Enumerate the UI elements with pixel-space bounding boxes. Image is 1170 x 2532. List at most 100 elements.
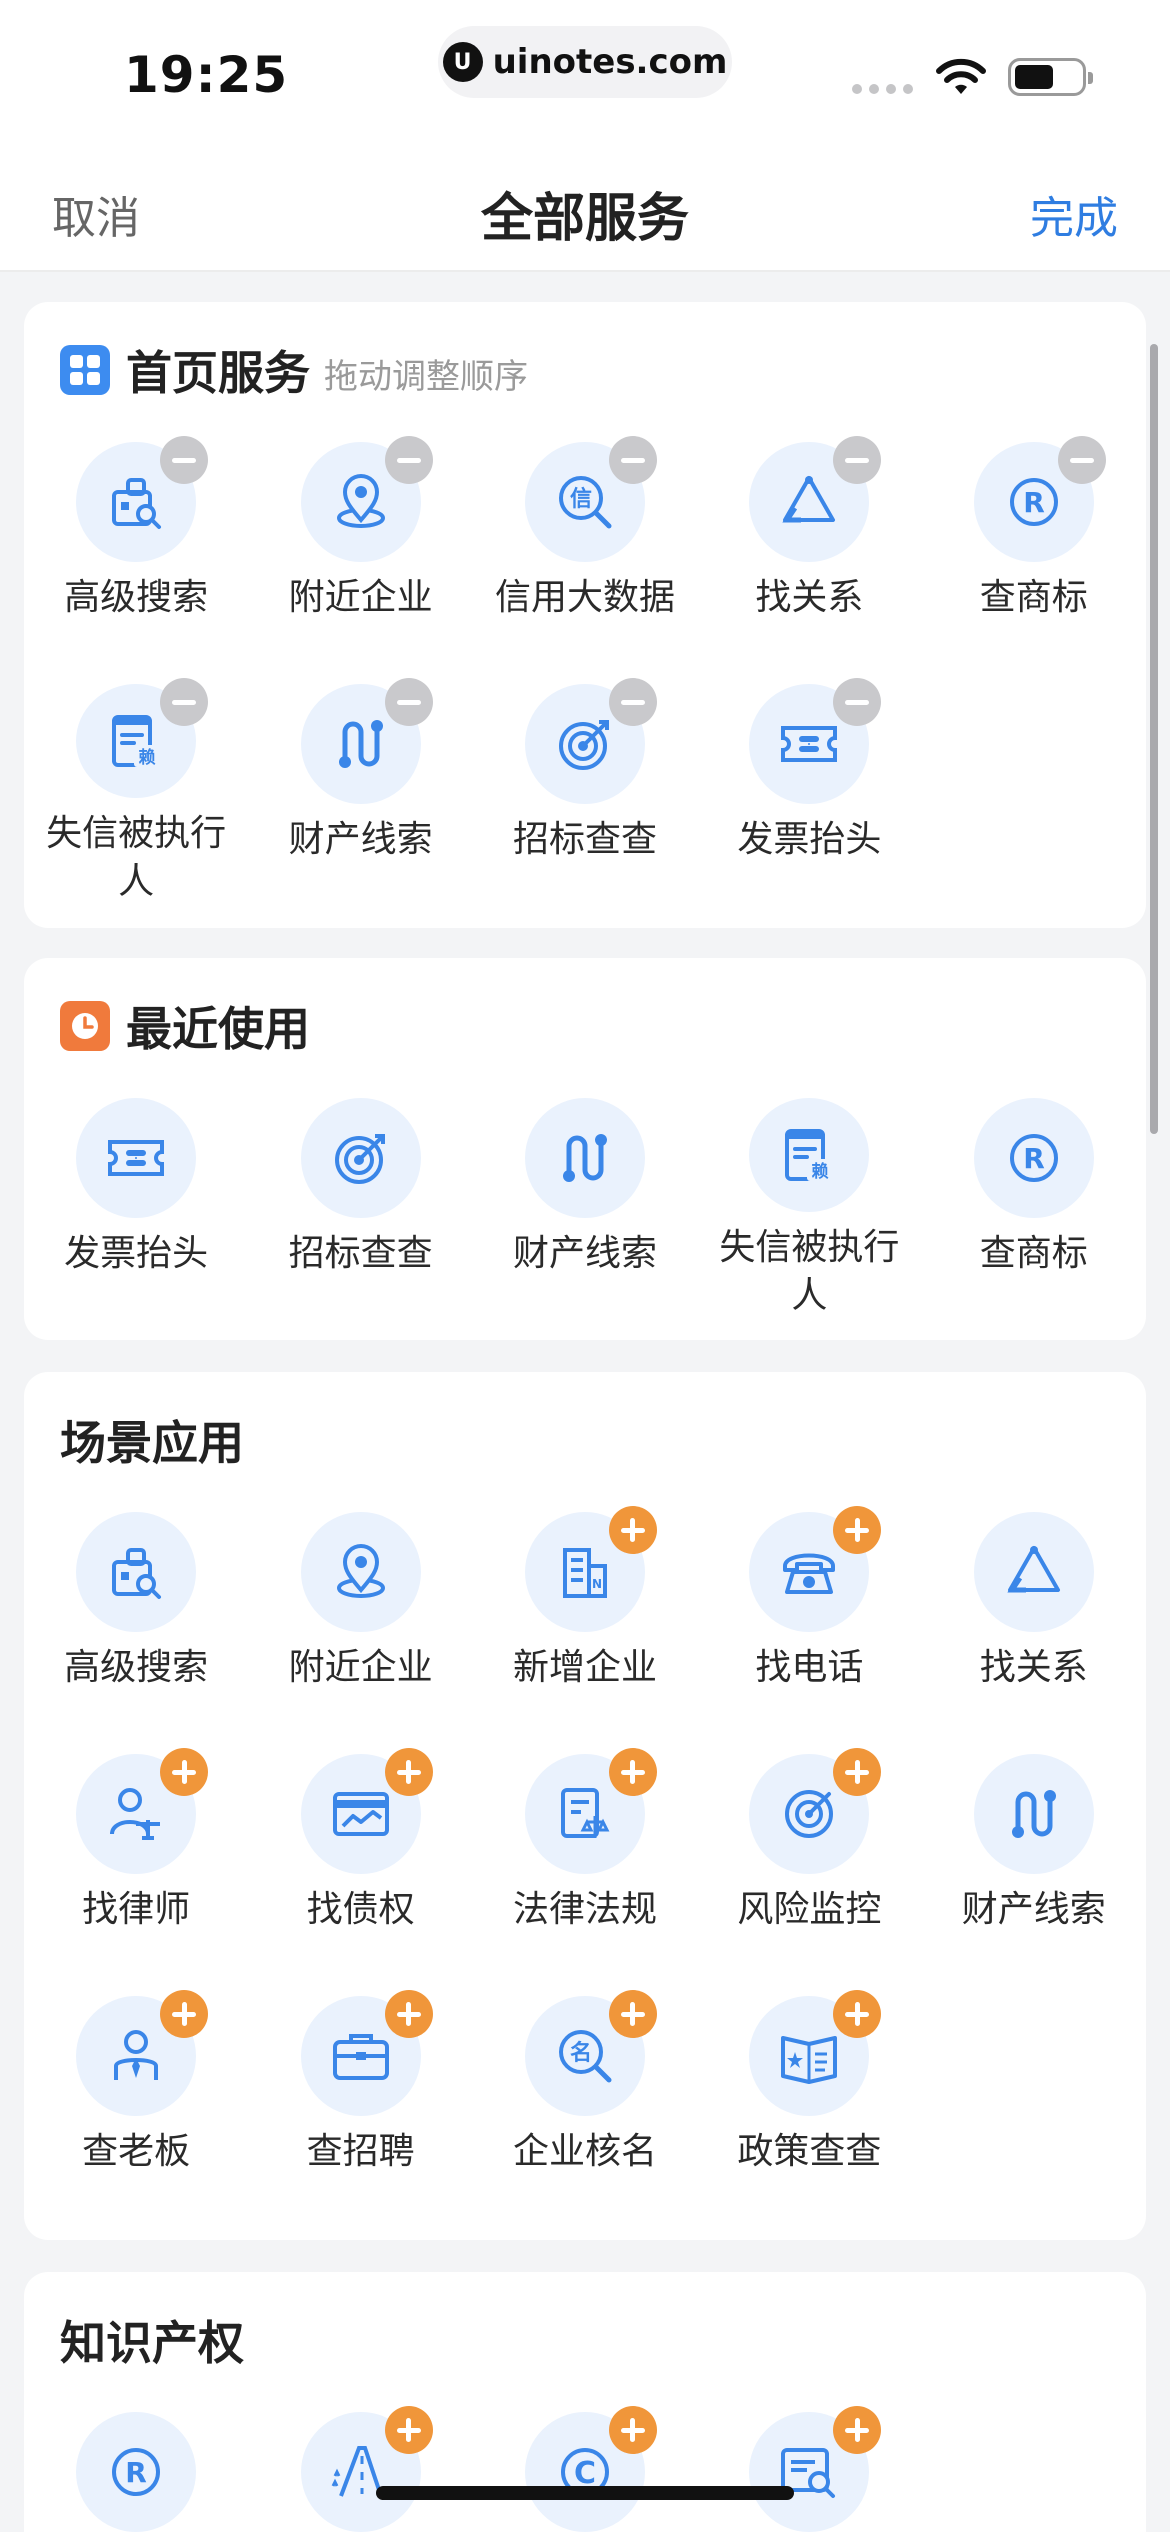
service-item-label: 查老板 (82, 2131, 191, 2172)
risk-radar-icon (749, 1748, 882, 1874)
service-grid: 高级搜索 附近企业信信用大数据 找关系 R 查商标赖失信被执行人 财产线索 招标查查 发票抬头 (24, 422, 1146, 906)
property-clue-icon (524, 1098, 645, 1218)
service-item[interactable]: 发票抬头 (24, 1078, 248, 1320)
service-item-label: 风险监控 (737, 1889, 882, 1930)
add-badge-icon[interactable] (384, 2406, 433, 2454)
service-item[interactable]: 查老板 (24, 1976, 248, 2218)
service-item[interactable]: 法律法规 (473, 1734, 697, 1976)
url-pill[interactable]: U uinotes.com (438, 26, 732, 98)
remove-badge-icon[interactable] (160, 436, 209, 484)
add-badge-icon[interactable] (384, 1748, 433, 1796)
svg-text:信: 信 (570, 486, 592, 512)
remove-badge-icon[interactable] (384, 436, 433, 484)
service-item[interactable] (248, 2392, 472, 2532)
add-badge-icon[interactable] (608, 1506, 657, 1554)
service-item[interactable] (697, 2392, 921, 2532)
site-logo-icon: U (442, 42, 483, 82)
svg-text:R: R (1023, 1142, 1045, 1175)
remove-badge-icon[interactable] (160, 678, 209, 726)
add-badge-icon[interactable] (608, 1990, 657, 2038)
section-title: 最近使用 (126, 1002, 310, 1056)
home-indicator[interactable] (376, 2486, 794, 2500)
telephone-icon (749, 1506, 882, 1632)
status-time: 19:25 (124, 46, 289, 104)
service-item[interactable]: R 查商标 (922, 422, 1146, 664)
remove-badge-icon[interactable] (384, 678, 433, 726)
service-item[interactable]: N 新增企业 (473, 1492, 697, 1734)
service-item[interactable]: 附近企业 (248, 422, 472, 664)
service-item[interactable]: 发票抬头 (697, 664, 921, 906)
service-item[interactable]: 财产线索 (248, 664, 472, 906)
service-item-label: 找关系 (979, 1647, 1088, 1688)
service-item[interactable]: 查招聘 (248, 1976, 472, 2218)
service-item[interactable]: 财产线索 (473, 1078, 697, 1320)
service-item[interactable]: R (24, 2392, 248, 2532)
credit-search-icon: 信 (524, 436, 657, 562)
add-badge-icon[interactable] (608, 2406, 657, 2454)
add-badge-icon[interactable] (160, 1748, 209, 1796)
add-badge-icon[interactable] (833, 1748, 882, 1796)
boss-person-icon (76, 1990, 209, 2116)
property-clue-icon (973, 1754, 1094, 1874)
service-item-label: 企业核名 (512, 2131, 657, 2172)
nav-bar: 取消 全部服务 完成 (0, 140, 1170, 272)
remove-badge-icon[interactable] (608, 436, 657, 484)
service-item[interactable]: 风险监控 (697, 1734, 921, 1976)
service-item[interactable]: 财产线索 (922, 1734, 1146, 1976)
service-item-label: 附近企业 (288, 577, 433, 618)
ip-search-icon (749, 2406, 882, 2532)
remove-badge-icon[interactable] (833, 678, 882, 726)
service-item-label: 财产线索 (961, 1889, 1106, 1930)
svg-text:R: R (1023, 486, 1045, 519)
service-item-label: 高级搜索 (64, 577, 209, 618)
remove-badge-icon[interactable] (1057, 436, 1106, 484)
add-badge-icon[interactable] (608, 1748, 657, 1796)
service-item[interactable]: 附近企业 (248, 1492, 472, 1734)
section-recent: 最近使用 发票抬头 招标查查 财产线索赖失信被执行人 R 查商标 (24, 958, 1146, 1340)
service-item[interactable]: 政策查查 (697, 1976, 921, 2218)
service-item-label: 招标查查 (512, 819, 657, 860)
service-item[interactable]: 找律师 (24, 1734, 248, 1976)
service-item[interactable]: C (473, 2392, 697, 2532)
service-item[interactable]: 招标查查 (473, 664, 697, 906)
service-item[interactable]: 招标查查 (248, 1078, 472, 1320)
remove-badge-icon[interactable] (608, 678, 657, 726)
service-item[interactable]: 高级搜索 (24, 422, 248, 664)
service-item[interactable]: 找电话 (697, 1492, 921, 1734)
service-item-label: 失信被执行人 (46, 813, 227, 902)
section-header: 首页服务 拖动调整顺序 (60, 340, 528, 400)
done-button[interactable]: 完成 (1030, 182, 1118, 246)
service-item[interactable]: R 查商标 (922, 1078, 1146, 1320)
relation-triangle-icon (973, 1512, 1094, 1632)
service-item[interactable]: 赖失信被执行人 (24, 664, 248, 906)
service-grid: RC (24, 2392, 1146, 2532)
section-home-services: 首页服务 拖动调整顺序 高级搜索 附近企业信信用大数据 找关系 R 查商标赖失信被执行人… (24, 302, 1146, 928)
service-item[interactable]: 找债权 (248, 1734, 472, 1976)
service-item[interactable]: 名企业核名 (473, 1976, 697, 2218)
section-title: 知识产权 (60, 2316, 244, 2370)
service-item[interactable]: 高级搜索 (24, 1492, 248, 1734)
lawyer-icon (76, 1748, 209, 1874)
dishonest-document-icon: 赖 (749, 1098, 870, 1212)
service-item[interactable]: 赖失信被执行人 (697, 1078, 921, 1320)
service-item[interactable]: 找关系 (697, 422, 921, 664)
relation-triangle-icon (749, 436, 882, 562)
service-item-label: 发票抬头 (737, 819, 882, 860)
scrollbar[interactable] (1150, 344, 1158, 1134)
invoice-ticket-icon (749, 678, 882, 804)
clock-icon (60, 1001, 110, 1051)
section-scenario-apps: 场景应用 高级搜索 附近企业 N 新增企业 找电话 找关系找律师 找债权 法律法规 风险监控 财产… (24, 1372, 1146, 2240)
add-badge-icon[interactable] (833, 1990, 882, 2038)
battery-icon (1008, 58, 1093, 96)
bidding-target-icon (300, 1098, 421, 1218)
section-title: 场景应用 (60, 1416, 244, 1470)
service-item[interactable]: 找关系 (922, 1492, 1146, 1734)
add-badge-icon[interactable] (833, 2406, 882, 2454)
add-badge-icon[interactable] (384, 1990, 433, 2038)
add-badge-icon[interactable] (160, 1990, 209, 2038)
patent-road-icon (300, 2406, 433, 2532)
service-item-label: 政策查查 (737, 2131, 882, 2172)
remove-badge-icon[interactable] (833, 436, 882, 484)
add-badge-icon[interactable] (833, 1506, 882, 1554)
service-item[interactable]: 信信用大数据 (473, 422, 697, 664)
